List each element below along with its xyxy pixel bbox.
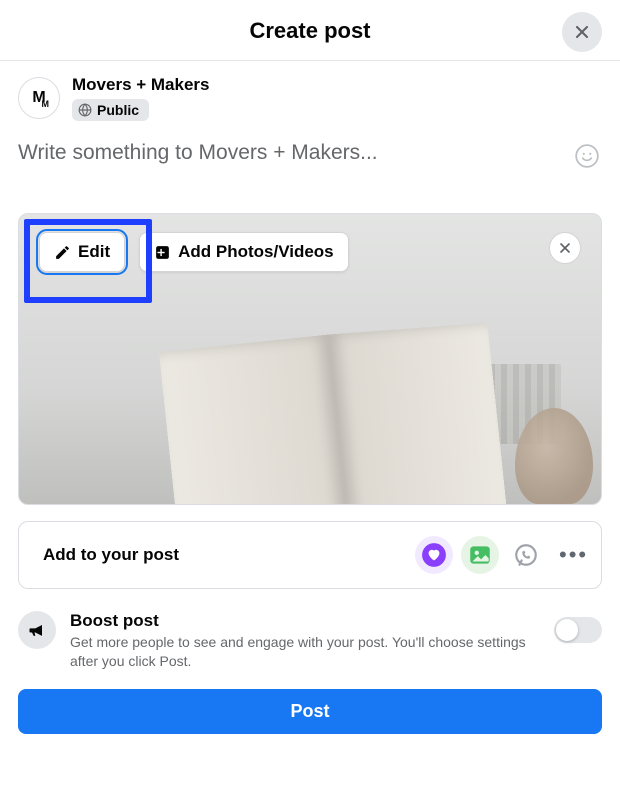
edit-media-button[interactable]: Edit [39,232,125,272]
author-row: M M Movers + Makers Public [0,61,620,127]
pencil-icon [54,244,71,261]
edit-label: Edit [78,242,110,262]
photo-video-button[interactable] [461,536,499,574]
close-icon [557,240,573,256]
author-name[interactable]: Movers + Makers [72,75,210,95]
post-button[interactable]: Post [18,689,602,734]
author-info: Movers + Makers Public [72,75,210,121]
toggle-knob [556,619,578,641]
avatar-sub-initial: M [42,99,50,109]
megaphone-icon [27,620,47,640]
more-options-button[interactable]: ••• [553,542,591,568]
boost-icon-wrap [18,611,56,649]
boost-title: Boost post [70,611,540,631]
privacy-label: Public [97,102,139,118]
compose-row: Write something to Movers + Makers... [0,127,620,175]
whatsapp-button[interactable] [507,536,545,574]
smile-icon [574,143,600,169]
add-photo-icon [154,244,171,261]
media-preview-card: Edit Add Photos/Videos [18,213,602,505]
whatsapp-icon [513,542,539,568]
author-avatar[interactable]: M M [18,77,60,119]
compose-input[interactable]: Write something to Movers + Makers... [18,141,564,165]
add-photos-label: Add Photos/Videos [178,242,334,262]
add-to-post-label: Add to your post [43,545,407,565]
privacy-selector[interactable]: Public [72,99,149,121]
add-to-post-bar[interactable]: Add to your post ••• [18,521,602,589]
boost-row: Boost post Get more people to see and en… [18,611,602,671]
dialog-header: Create post [0,0,620,61]
media-toolbar: Edit Add Photos/Videos [39,232,581,272]
boost-text: Boost post Get more people to see and en… [70,611,540,671]
emoji-picker-button[interactable] [572,141,602,171]
globe-icon [78,103,92,117]
dialog-title: Create post [249,18,370,44]
boost-toggle[interactable] [554,617,602,643]
heart-badge-icon [421,542,447,568]
remove-media-button[interactable] [549,232,581,264]
image-icon [467,542,493,568]
boost-description: Get more people to see and engage with y… [70,633,540,671]
close-icon [572,22,592,42]
close-button[interactable] [562,12,602,52]
add-photos-button[interactable]: Add Photos/Videos [139,232,349,272]
tag-event-button[interactable] [415,536,453,574]
